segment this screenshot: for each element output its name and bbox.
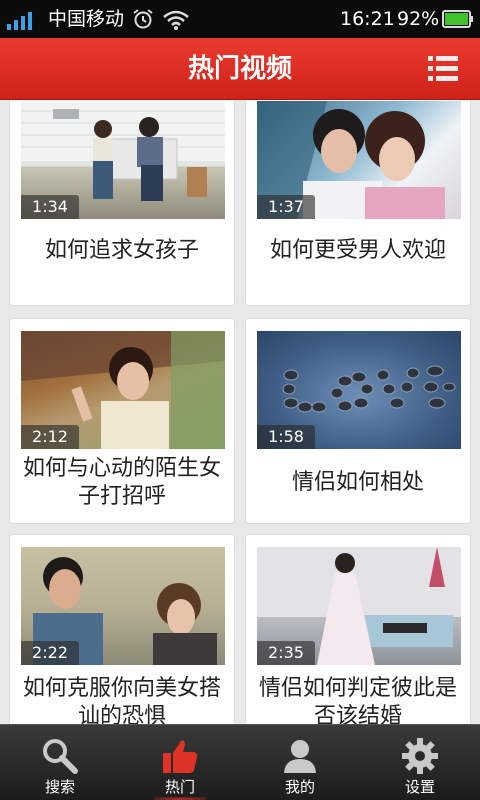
video-card[interactable]: 2:22 如何克服你向美女搭讪的恐惧 (9, 534, 235, 724)
battery-percent: 92% (397, 8, 440, 30)
video-duration: 1:58 (257, 425, 315, 449)
tab-settings[interactable]: 设置 (360, 725, 480, 800)
thumbs-up-icon (163, 740, 198, 773)
list-menu-icon[interactable] (426, 53, 460, 85)
video-thumbnail[interactable]: 1:58 (257, 331, 461, 449)
video-grid[interactable]: 1:34 如何追求女孩子 1:37 如何更受男人欢迎 2:12 如何与心动的陌生… (0, 100, 480, 724)
video-card[interactable]: 1:37 如何更受男人欢迎 (245, 100, 471, 306)
video-title: 如何克服你向美女搭讪的恐惧 (22, 676, 221, 724)
bottom-tab-bar: 搜索 热门 我的 设置 (0, 724, 480, 800)
video-duration: 2:22 (21, 641, 79, 665)
tab-hot[interactable]: 热门 (120, 725, 240, 800)
video-card[interactable]: 1:34 如何追求女孩子 (9, 100, 235, 306)
video-duration: 1:34 (21, 195, 79, 219)
page-title: 热门视频 (187, 54, 292, 84)
video-thumbnail[interactable]: 1:34 (21, 101, 225, 219)
tab-label: 我的 (284, 778, 315, 796)
alarm-icon (133, 9, 153, 29)
tab-label: 设置 (404, 778, 435, 796)
video-thumbnail[interactable]: 2:22 (21, 547, 225, 665)
header-bar: 热门视频 (0, 38, 480, 100)
video-card[interactable]: 2:35 情侣如何判定彼此是否该结婚 (245, 534, 471, 724)
tab-search[interactable]: 搜索 (0, 725, 120, 800)
user-icon (284, 740, 316, 773)
search-icon (43, 739, 78, 774)
video-card[interactable]: 1:58 情侣如何相处 (245, 318, 471, 524)
video-duration: 2:12 (21, 425, 79, 449)
gear-icon (402, 738, 438, 774)
status-bar: 中国移动 16:21 92% (0, 0, 480, 38)
tab-label: 热门 (164, 778, 195, 796)
battery-icon (442, 10, 473, 28)
tab-mine[interactable]: 我的 (240, 725, 360, 800)
video-card[interactable]: 2:12 如何与心动的陌生女子打招呼 (9, 318, 235, 524)
video-thumbnail[interactable]: 1:37 (257, 101, 461, 219)
wifi-icon (163, 10, 189, 30)
video-duration: 2:35 (257, 641, 315, 665)
video-thumbnail[interactable]: 2:12 (21, 331, 225, 449)
video-title: 情侣如何判定彼此是否该结婚 (258, 676, 457, 724)
carrier-name: 中国移动 (48, 8, 125, 30)
tab-label: 搜索 (44, 778, 75, 796)
video-title: 情侣如何相处 (291, 470, 424, 495)
clock-time: 16:21 (340, 8, 395, 30)
video-title: 如何与心动的陌生女子打招呼 (22, 456, 221, 509)
video-title: 如何追求女孩子 (44, 238, 199, 263)
signal-icon (7, 12, 32, 30)
video-title: 如何更受男人欢迎 (269, 238, 446, 263)
video-thumbnail[interactable]: 2:35 (257, 547, 461, 665)
video-duration: 1:37 (257, 195, 315, 219)
